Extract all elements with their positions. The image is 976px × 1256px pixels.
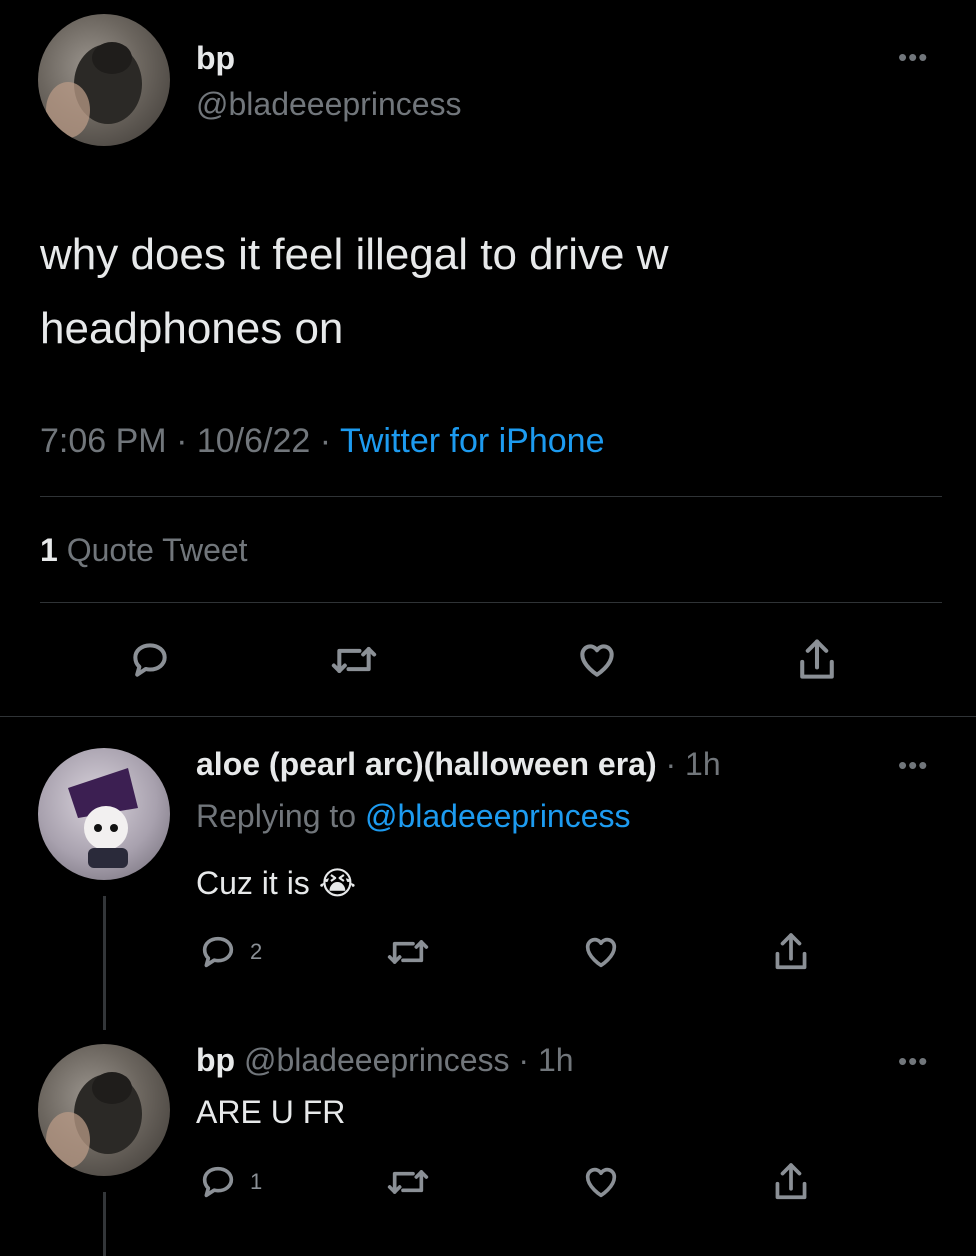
- quote-count: 1: [40, 532, 58, 568]
- meta-separator: ·: [319, 422, 332, 460]
- crying-emoji: 😭: [318, 865, 357, 901]
- retweet-icon: [387, 1170, 429, 1194]
- meta-separator: ·: [665, 746, 677, 782]
- reply-header: bp @bladeeeprincess · 1h: [196, 1042, 574, 1079]
- reply-header: aloe (pearl arc)(halloween era) · 1h: [196, 746, 721, 783]
- display-name[interactable]: aloe (pearl arc)(halloween era): [196, 746, 657, 782]
- reply-icon: [202, 936, 234, 968]
- tweet-text-line: headphones on: [40, 304, 344, 353]
- reply-count: 2: [250, 939, 263, 964]
- like-icon: [580, 644, 614, 677]
- reply-count: 1: [250, 1169, 263, 1194]
- tweet-text: why does it feel illegal to drive w head…: [40, 218, 669, 366]
- meta-separator: ·: [518, 1042, 530, 1078]
- tweet-meta: 7:06 PM · 10/6/22 · Twitter for iPhone: [40, 422, 605, 461]
- like-button[interactable]: [580, 932, 622, 972]
- reply-time[interactable]: 1h: [538, 1042, 574, 1078]
- like-icon: [585, 1167, 617, 1198]
- share-icon: [800, 639, 834, 679]
- avatar-photo: [46, 1072, 142, 1168]
- quote-tweets-link[interactable]: 1 Quote Tweet: [40, 532, 248, 569]
- avatar[interactable]: [38, 14, 170, 146]
- tweet-text-line: why does it feel illegal to drive w: [40, 230, 669, 279]
- replying-to: Replying to @bladeeeprincess: [196, 798, 631, 835]
- display-name[interactable]: bp: [196, 1042, 235, 1078]
- retweet-icon: [387, 940, 429, 964]
- share-button[interactable]: [770, 930, 812, 974]
- more-icon[interactable]: •••: [898, 1048, 928, 1074]
- reply-text: Cuz it is 😭: [196, 864, 356, 902]
- quote-label: Quote Tweet: [66, 532, 248, 568]
- share-icon: [775, 1163, 807, 1200]
- share-icon: [775, 933, 807, 970]
- reply-time[interactable]: 1h: [685, 746, 721, 782]
- share-button[interactable]: [794, 636, 840, 684]
- reply-button[interactable]: [128, 638, 172, 682]
- tweet-source[interactable]: Twitter for iPhone: [340, 422, 605, 460]
- retweet-button[interactable]: [386, 932, 430, 972]
- username[interactable]: @bladeeeprincess: [244, 1042, 510, 1078]
- thread-line: [103, 896, 106, 1030]
- tweet-time[interactable]: 7:06 PM: [40, 422, 167, 460]
- divider: [40, 602, 942, 603]
- reply-text: ARE U FR: [196, 1094, 346, 1130]
- avatar[interactable]: [38, 1044, 170, 1176]
- replying-prefix: Replying to: [196, 798, 357, 834]
- avatar-photo: [68, 768, 138, 868]
- retweet-button[interactable]: [386, 1162, 430, 1202]
- avatar-photo: [46, 42, 142, 138]
- reply-text-body: Cuz it is: [196, 865, 310, 901]
- retweet-icon: [331, 646, 377, 674]
- like-button[interactable]: [580, 1162, 622, 1202]
- reply-button[interactable]: 1: [198, 1162, 262, 1202]
- reply-icon: [202, 1166, 234, 1198]
- avatar[interactable]: [38, 748, 170, 880]
- more-icon[interactable]: •••: [898, 752, 928, 778]
- reply-icon: [133, 643, 167, 677]
- more-icon[interactable]: •••: [898, 44, 928, 70]
- meta-separator: ·: [176, 422, 188, 460]
- username[interactable]: @bladeeeprincess: [196, 86, 462, 123]
- display-name[interactable]: bp: [196, 40, 235, 77]
- retweet-button[interactable]: [330, 638, 378, 682]
- tweet-date[interactable]: 10/6/22: [197, 422, 310, 460]
- thread-line: [103, 1192, 106, 1256]
- divider: [0, 716, 976, 717]
- like-icon: [585, 937, 617, 968]
- like-button[interactable]: [574, 638, 620, 682]
- divider: [40, 496, 942, 497]
- replying-handle[interactable]: @bladeeeprincess: [365, 798, 631, 834]
- share-button[interactable]: [770, 1160, 812, 1204]
- reply-button[interactable]: 2: [198, 932, 262, 972]
